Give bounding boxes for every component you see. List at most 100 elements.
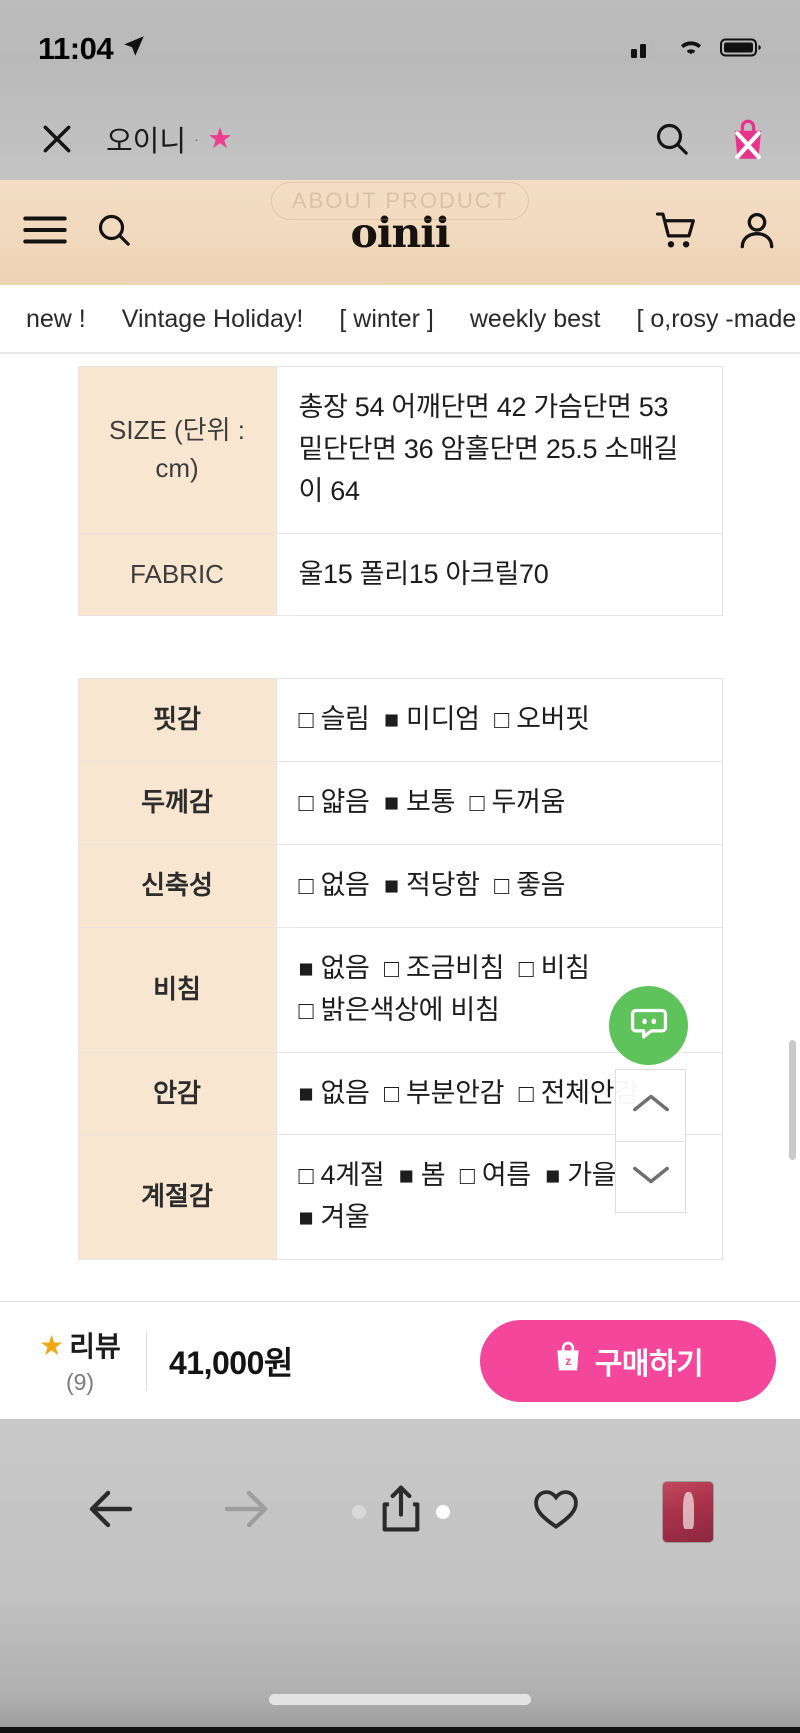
svg-text:z: z — [565, 1354, 571, 1368]
attr-option: □ 조금비침 — [384, 953, 504, 983]
page-dot-inactive — [351, 1504, 366, 1519]
header-left-icons — [22, 210, 134, 255]
status-indicators — [630, 35, 762, 64]
site-header: oinii — [0, 180, 800, 285]
spec-value-size: 총장 54 어깨단면 42 가슴단면 53 밑단단면 36 암홀단면 25.5 … — [275, 366, 723, 534]
attr-option-label: 없음 — [313, 1077, 370, 1108]
table-row: 핏감 □ 슬림 ■ 미디엄 □ 오버핏 — [77, 678, 723, 763]
status-clock-group: 11:04 — [38, 31, 147, 67]
review-summary[interactable]: ★ 리뷰 (9) — [24, 1325, 136, 1396]
divider — [146, 1330, 147, 1391]
buy-button[interactable]: z 구매하기 — [480, 1319, 776, 1402]
table-row: SIZE (단위 : cm) 총장 54 어깨단면 42 가슴단면 53 밑단단… — [77, 366, 723, 534]
attr-option-label: 조금비침 — [398, 952, 505, 983]
attr-option-label: 적당함 — [398, 870, 480, 901]
review-label-group: ★ 리뷰 — [24, 1325, 136, 1365]
shopping-bag-icon: z — [553, 1341, 583, 1381]
attr-option-label: 여름 — [474, 1160, 531, 1191]
location-arrow-icon — [121, 31, 147, 67]
scroll-down-button[interactable] — [616, 1141, 685, 1212]
checkbox-unchecked-icon: □ — [384, 954, 399, 983]
attr-option-label: 가을 — [560, 1160, 617, 1191]
forward-button — [219, 1487, 271, 1536]
back-arrow-icon — [86, 1487, 138, 1536]
attr-option: ■ 봄 — [399, 1160, 446, 1190]
home-indicator[interactable] — [269, 1694, 531, 1705]
spec-table: SIZE (단위 : cm) 총장 54 어깨단면 42 가슴단면 53 밑단단… — [77, 366, 723, 617]
checkbox-unchecked-icon: □ — [459, 1162, 475, 1191]
search-icon[interactable] — [652, 119, 692, 159]
battery-full-icon — [720, 35, 762, 64]
checkbox-checked-icon: ■ — [298, 1079, 314, 1108]
search-icon[interactable] — [94, 210, 134, 255]
ios-status-bar: 11:04 — [0, 0, 800, 98]
star-filled-icon: ★ — [207, 122, 234, 155]
checkbox-unchecked-icon: □ — [298, 706, 314, 735]
attr-option: ■ 겨울 — [299, 1202, 370, 1232]
close-x-icon[interactable] — [30, 119, 84, 159]
kakao-chat-button[interactable] — [609, 986, 688, 1065]
attr-options-elasticity: □ 없음 ■ 적당함 □ 좋음 — [275, 844, 723, 928]
table-row: FABRIC 울15 폴리15 아크릴70 — [77, 532, 723, 617]
attr-option: □ 비침 — [519, 953, 590, 983]
product-price: 41,000원 — [169, 1344, 293, 1381]
attr-label-thickness: 두께감 — [77, 761, 277, 846]
attr-option: ■ 미디엄 — [384, 704, 480, 734]
attr-option-label: 겨울 — [313, 1202, 370, 1233]
attr-option: □ 부분안감 — [384, 1078, 504, 1108]
attr-option: ■ 없음 — [299, 1078, 370, 1108]
checkbox-unchecked-icon: □ — [298, 1162, 314, 1191]
attr-option: ■ 없음 — [299, 953, 370, 983]
category-nav[interactable]: new ! Vintage Holiday! [ winter ] weekly… — [0, 285, 800, 353]
site-logo[interactable]: oinii — [351, 209, 451, 257]
checkbox-checked-icon: ■ — [298, 1204, 314, 1233]
bookmark-button[interactable] — [531, 1486, 581, 1537]
scroll-buttons — [615, 1069, 686, 1213]
attr-option-label: 두꺼움 — [484, 787, 566, 818]
scroll-up-button[interactable] — [616, 1070, 685, 1141]
checkbox-checked-icon: ■ — [384, 872, 399, 901]
back-button[interactable] — [86, 1487, 138, 1536]
page-scrollbar[interactable] — [789, 1040, 796, 1160]
hamburger-menu-icon[interactable] — [22, 213, 68, 252]
nav-item-winter[interactable]: [ winter ] — [339, 305, 433, 334]
nav-item-vintage-holiday[interactable]: Vintage Holiday! — [122, 305, 304, 334]
table-row: 신축성 □ 없음 ■ 적당함 □ 좋음 — [77, 844, 723, 928]
nav-item-orosy-made[interactable]: [ o,rosy -made — [636, 305, 796, 334]
user-account-icon[interactable] — [736, 209, 778, 256]
tabs-button[interactable] — [661, 1480, 714, 1543]
checkbox-unchecked-icon: □ — [298, 789, 314, 818]
attr-option-label: 4계절 — [313, 1160, 385, 1191]
attr-option-label: 비침 — [533, 952, 590, 983]
checkbox-checked-icon: ■ — [384, 706, 399, 735]
site-title-text: 오이니 — [106, 126, 187, 158]
attr-option-label: 봄 — [413, 1160, 446, 1191]
attr-option: □ 오버핏 — [494, 704, 590, 734]
cellular-signal-icon — [630, 35, 662, 64]
chevron-down-icon — [630, 1161, 672, 1194]
site-title-group[interactable]: 오이니 · ★ — [106, 118, 233, 160]
screen-edge — [0, 1727, 800, 1733]
spec-label-fabric: FABRIC — [77, 532, 277, 617]
attr-option-label: 밝은색상에 비침 — [313, 994, 500, 1025]
attr-label-lining: 안감 — [77, 1051, 277, 1136]
attr-option-label: 좋음 — [508, 870, 566, 901]
nav-item-weekly-best[interactable]: weekly best — [470, 305, 601, 334]
share-upload-icon — [378, 1483, 424, 1540]
checkbox-checked-icon: ■ — [298, 954, 314, 983]
nav-item-new[interactable]: new ! — [26, 305, 86, 334]
shopping-bag-blocked-icon[interactable] — [726, 116, 770, 162]
review-label: 리뷰 — [69, 1331, 121, 1362]
browser-toolbar — [0, 1419, 800, 1604]
wifi-icon — [675, 35, 707, 64]
checkbox-unchecked-icon: □ — [469, 789, 485, 818]
checkbox-unchecked-icon: □ — [494, 872, 509, 901]
attr-option-label: 부분안감 — [398, 1077, 505, 1108]
checkbox-checked-icon: ■ — [545, 1162, 561, 1191]
checkbox-checked-icon: ■ — [398, 1162, 414, 1191]
purchase-bar: ★ 리뷰 (9) 41,000원 z 구매하기 — [0, 1301, 800, 1419]
attr-option: ■ 적당함 — [384, 870, 480, 900]
table-row: 두께감 □ 얇음 ■ 보통 □ 두꺼움 — [77, 761, 723, 846]
share-button[interactable] — [351, 1483, 450, 1540]
shopping-cart-icon[interactable] — [654, 209, 698, 256]
